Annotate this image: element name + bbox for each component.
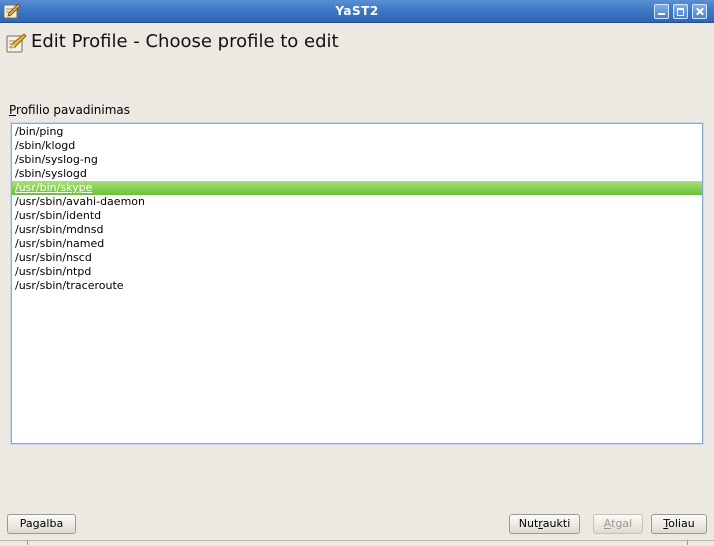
list-item[interactable]: /usr/sbin/avahi-daemon [12,195,702,209]
cancel-label-pre: Nut [518,517,539,530]
bottom-divider [27,540,28,545]
help-button[interactable]: Pagalba [7,514,76,534]
bottom-divider [687,540,688,545]
list-item[interactable]: /usr/sbin/named [12,237,702,251]
list-item[interactable]: /usr/sbin/nscd [12,251,702,265]
list-item[interactable]: /usr/sbin/identd [12,209,702,223]
window-titlebar[interactable]: YaST2 [0,0,714,23]
close-icon[interactable] [692,4,707,19]
maximize-icon[interactable] [673,4,688,19]
list-item[interactable]: /usr/sbin/traceroute [12,279,702,293]
window-title: YaST2 [335,4,379,18]
list-item-selected[interactable]: /usr/bin/skype [12,181,702,195]
list-item[interactable]: /sbin/syslog-ng [12,153,702,167]
label-text: rofilio pavadinimas [16,103,131,117]
next-button[interactable]: Toliau [651,514,707,534]
profile-list-label: Profilio pavadinimas [9,103,130,117]
list-item[interactable]: /usr/sbin/ntpd [12,265,702,279]
help-button-label: Pagalba [19,517,64,530]
list-item[interactable]: /sbin/syslogd [12,167,702,181]
window-bottom-border [0,540,714,546]
list-item[interactable]: /bin/ping [12,125,702,139]
label-mnemonic: P [9,103,17,117]
list-item[interactable]: /sbin/klogd [12,139,702,153]
cancel-button[interactable]: Nutraukti [509,514,580,534]
list-item[interactable]: /usr/sbin/mdnsd [12,223,702,237]
minimize-icon[interactable] [654,4,669,19]
edit-pencil-icon [6,33,27,53]
page-title: Edit Profile - Choose profile to edit [31,31,339,52]
cancel-label-post: aukti [542,517,571,530]
profile-listbox[interactable]: /bin/ping/sbin/klogd/sbin/syslog-ng/sbin… [11,123,703,444]
back-label-post: tgal [611,517,633,530]
next-label-post: oliau [668,517,695,530]
back-button[interactable]: Atgal [593,514,643,534]
